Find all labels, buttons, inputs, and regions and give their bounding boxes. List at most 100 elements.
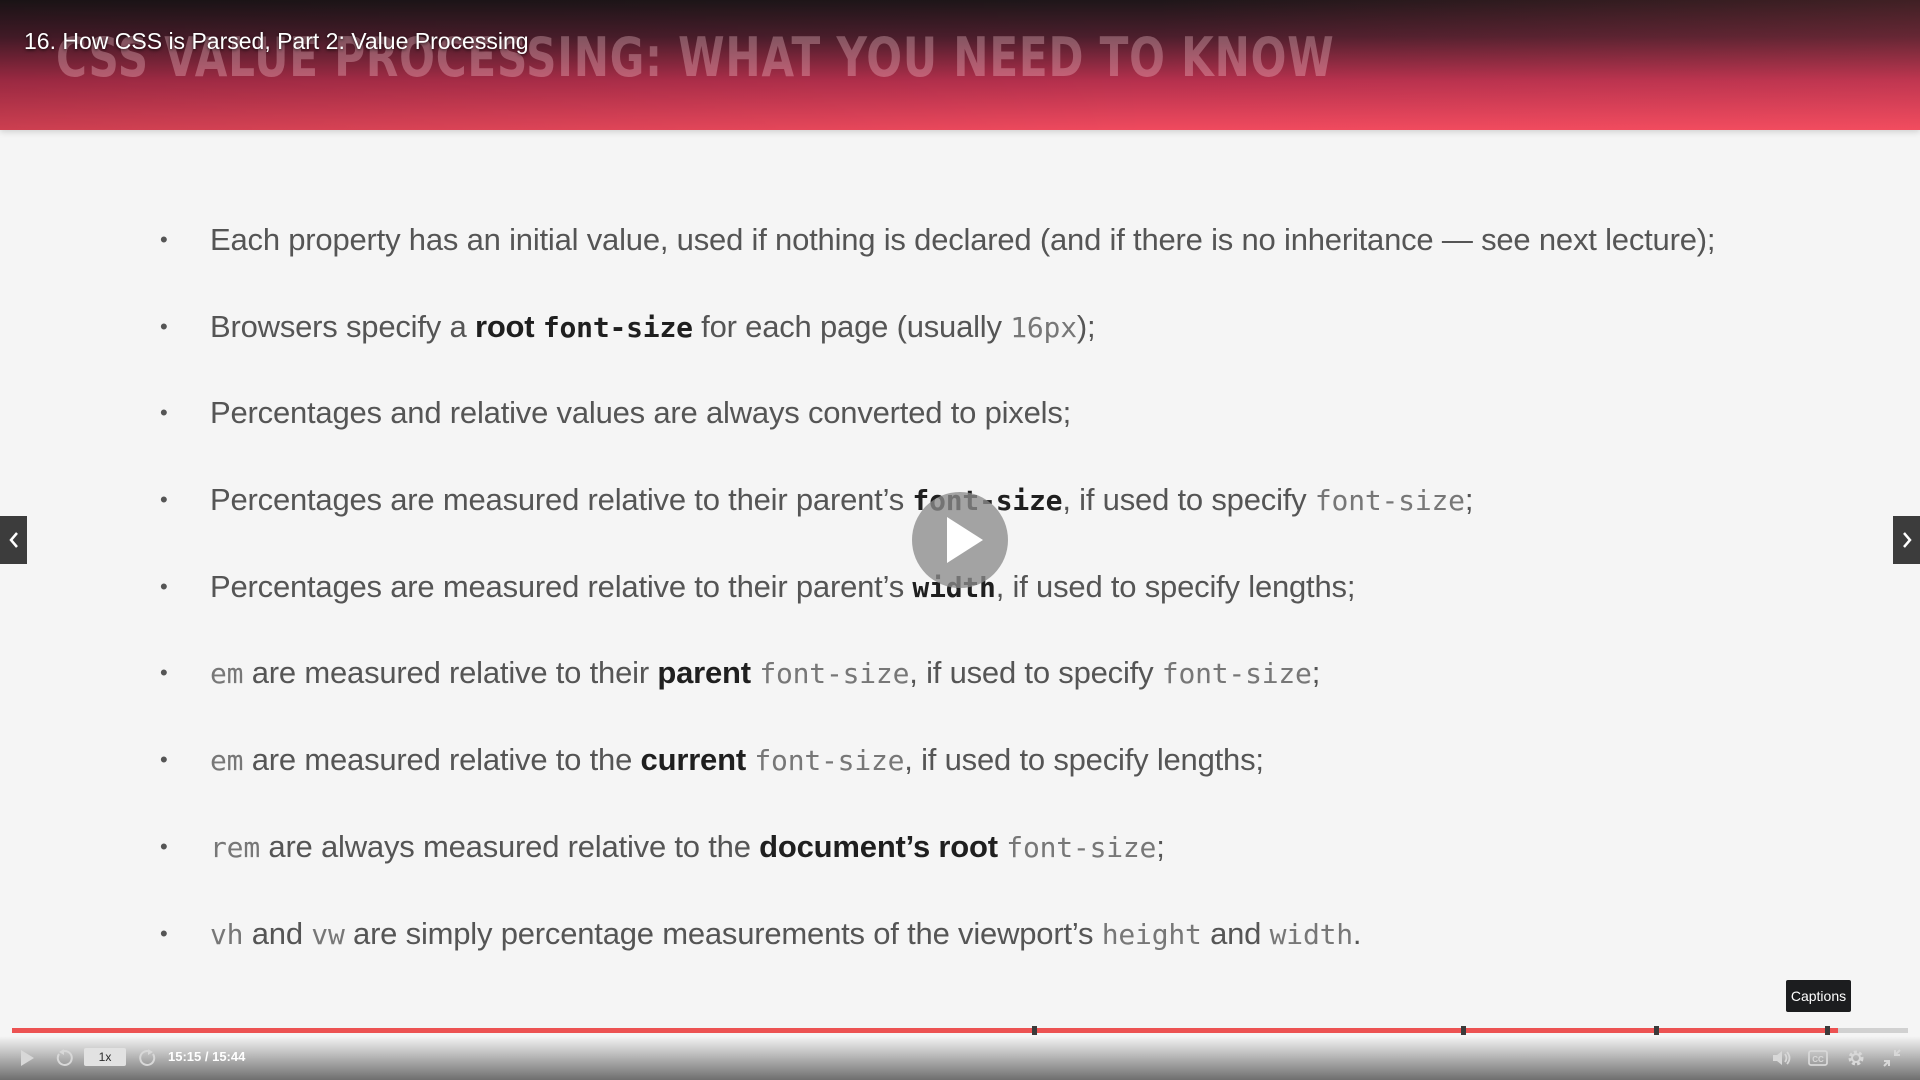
bold-segment: parent bbox=[657, 655, 751, 691]
bullet-text: em are measured relative to the current … bbox=[210, 742, 1264, 779]
bullet-item: • Each property has an initial value, use… bbox=[160, 222, 1860, 309]
text-segment: Browsers specify a bbox=[210, 308, 475, 344]
forward-icon bbox=[139, 1049, 156, 1066]
exit-fullscreen-button[interactable] bbox=[1880, 1047, 1904, 1069]
code-segment: font-size bbox=[754, 744, 905, 778]
settings-button[interactable] bbox=[1844, 1047, 1868, 1069]
bullet-dot: • bbox=[160, 660, 168, 686]
bullet-item: • Percentages and relative values are alw… bbox=[160, 395, 1860, 482]
bullet-dot: • bbox=[160, 313, 168, 339]
text-segment: Percentages and relative values are alwa… bbox=[210, 395, 1072, 431]
rewind-icon bbox=[56, 1049, 73, 1066]
text-segment: , if used to specify bbox=[1062, 482, 1315, 518]
bullet-text: Percentages are measured relative to the… bbox=[210, 482, 1473, 519]
previous-lecture-button[interactable] bbox=[0, 516, 27, 564]
chapter-marker[interactable] bbox=[1824, 1026, 1830, 1035]
bullet-item: • vh and vw are simply percentage measure… bbox=[160, 916, 1860, 1003]
bold-segment: root bbox=[474, 308, 535, 344]
code-segment: em bbox=[210, 744, 244, 778]
bullet-dot: • bbox=[160, 920, 168, 946]
bullet-item: • Percentages are measured relative to th… bbox=[160, 569, 1860, 656]
chapter-marker[interactable] bbox=[1460, 1026, 1466, 1035]
slide-banner: CSS VALUE PROCESSING: WHAT YOU NEED TO K… bbox=[0, 0, 1920, 130]
bullet-item: • rem are always measured relative to the… bbox=[160, 829, 1860, 916]
bullet-dot: • bbox=[160, 747, 168, 773]
text-segment: for each page (usually bbox=[692, 308, 1011, 344]
code-segment: vh bbox=[210, 917, 244, 951]
bullet-text: Percentages are measured relative to the… bbox=[210, 569, 1355, 606]
bold-code-segment: font-size bbox=[542, 310, 693, 344]
text-segment: Each property has an initial value, used… bbox=[210, 222, 1716, 257]
bullet-text: em are measured relative to their parent… bbox=[210, 655, 1320, 692]
text-segment: , if used to specify bbox=[909, 655, 1162, 691]
text-segment: ); bbox=[1076, 308, 1096, 344]
duration: 15:44 bbox=[212, 1049, 246, 1064]
chevron-right-icon bbox=[1902, 532, 1912, 548]
chapter-marker[interactable] bbox=[1653, 1026, 1659, 1035]
volume-button[interactable] bbox=[1770, 1047, 1794, 1069]
code-segment: rem bbox=[210, 830, 260, 864]
next-lecture-button[interactable] bbox=[1893, 516, 1920, 564]
time-separator: / bbox=[201, 1049, 213, 1064]
text-segment: and bbox=[243, 915, 312, 951]
text-segment bbox=[534, 309, 542, 344]
time-display: 15:15 / 15:44 bbox=[168, 1049, 245, 1065]
big-play-button[interactable] bbox=[912, 492, 1008, 588]
text-segment: ; bbox=[1311, 655, 1321, 691]
bullet-dot: • bbox=[160, 487, 168, 513]
text-segment: and bbox=[1201, 915, 1270, 951]
text-segment: are measured relative to their bbox=[243, 655, 658, 691]
bullet-item: • em are measured relative to their paren… bbox=[160, 655, 1860, 742]
text-segment: are always measured relative to the bbox=[259, 828, 760, 864]
text-segment: are measured relative to the bbox=[243, 742, 641, 778]
code-segment: font-size bbox=[1161, 657, 1312, 691]
bullet-item: • Percentages are measured relative to th… bbox=[160, 482, 1860, 569]
bold-segment: current bbox=[640, 742, 747, 778]
control-bar bbox=[0, 1036, 1920, 1080]
volume-icon bbox=[1773, 1051, 1791, 1065]
current-time: 15:15 bbox=[168, 1049, 202, 1064]
play-button[interactable] bbox=[14, 1047, 40, 1069]
chevron-left-icon bbox=[8, 532, 18, 548]
code-segment: 16px bbox=[1010, 310, 1077, 344]
exit-fullscreen-icon bbox=[1883, 1049, 1901, 1067]
bullet-text: Percentages and relative values are alwa… bbox=[210, 395, 1071, 431]
rewind-button[interactable] bbox=[52, 1047, 76, 1069]
forward-button[interactable] bbox=[136, 1047, 160, 1069]
code-segment: height bbox=[1101, 917, 1202, 951]
bullet-list: • Each property has an initial value, use… bbox=[160, 222, 1860, 1002]
captions-button[interactable]: CC bbox=[1806, 1047, 1830, 1069]
bullet-dot: • bbox=[160, 400, 168, 426]
text-segment: ; bbox=[1464, 482, 1474, 518]
captions-icon: CC bbox=[1808, 1050, 1828, 1066]
bullet-text: vh and vw are simply percentage measurem… bbox=[210, 915, 1362, 953]
text-segment: . bbox=[1352, 915, 1362, 951]
play-icon bbox=[947, 517, 983, 563]
bullet-dot: • bbox=[160, 833, 168, 859]
video-player[interactable]: CSS VALUE PROCESSING: WHAT YOU NEED TO K… bbox=[0, 0, 1920, 1080]
text-segment: ; bbox=[1156, 828, 1165, 864]
playback-rate-button[interactable]: 1x bbox=[84, 1048, 126, 1066]
code-segment: font-size bbox=[1314, 484, 1465, 518]
text-segment: , if used to specify lengths; bbox=[904, 742, 1264, 778]
captions-tooltip: Captions bbox=[1786, 980, 1851, 1012]
text-segment: Percentages are measured relative to the… bbox=[210, 568, 913, 604]
bullet-text: Each property has an initial value, used… bbox=[210, 222, 1715, 258]
gear-icon bbox=[1848, 1050, 1864, 1066]
video-title: 16. How CSS is Parsed, Part 2: Value Pro… bbox=[24, 28, 529, 54]
code-segment: em bbox=[210, 657, 244, 691]
code-segment: width bbox=[1269, 917, 1353, 951]
progress-bar[interactable] bbox=[12, 1026, 1908, 1035]
code-segment: font-size bbox=[1006, 830, 1157, 864]
bullet-dot: • bbox=[160, 573, 168, 599]
bullet-text: rem are always measured relative to the … bbox=[210, 829, 1165, 866]
bullet-text: Browsers specify a root font-size for ea… bbox=[210, 308, 1096, 346]
progress-fill bbox=[12, 1028, 1838, 1033]
bold-segment: document’s root bbox=[759, 828, 998, 864]
play-icon bbox=[21, 1050, 34, 1066]
svg-text:CC: CC bbox=[1812, 1055, 1824, 1064]
text-segment: are simply percentage measurements of th… bbox=[344, 915, 1102, 951]
bullet-item: • em are measured relative to the current… bbox=[160, 742, 1860, 829]
code-segment: font-size bbox=[759, 657, 910, 691]
chapter-marker[interactable] bbox=[1032, 1026, 1038, 1035]
